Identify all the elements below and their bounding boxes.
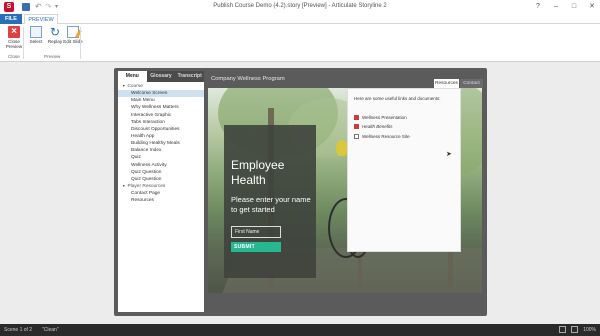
- theme-indicator: "Clean": [42, 327, 59, 333]
- replay-icon: ↻: [49, 25, 61, 39]
- ribbon: × Close Preview Select ↻ Replay Edit Sli…: [0, 24, 600, 62]
- menu-item-tabs-interaction[interactable]: Tabs Interaction: [118, 119, 204, 126]
- close-window-button[interactable]: ✕: [588, 2, 596, 12]
- menu-item-balance-index[interactable]: Balance Index: [118, 147, 204, 154]
- group-label-preview: Preview: [44, 54, 61, 59]
- maximize-button[interactable]: □: [570, 2, 578, 12]
- tab-transcript[interactable]: Transcript: [175, 71, 204, 82]
- ribbon-divider: [80, 27, 81, 59]
- menu-item-wellness-activity[interactable]: Wellness Activity: [118, 162, 204, 169]
- tab-preview[interactable]: PREVIEW: [24, 14, 58, 24]
- tab-file[interactable]: FILE: [0, 14, 22, 24]
- title-bar: S ↶ ↷ ▾ Publish Course Demo (4.2).story …: [0, 0, 600, 14]
- normal-view-icon[interactable]: [559, 326, 567, 333]
- select-slide-icon: [30, 26, 42, 38]
- scene-indicator: Scene 1 of 2: [4, 327, 33, 333]
- menu-item-health-app[interactable]: Health App: [118, 133, 204, 140]
- select-label: Select: [29, 39, 43, 44]
- tab-contact[interactable]: Contact: [460, 79, 483, 88]
- pdf-icon: [354, 115, 359, 120]
- mouse-cursor-icon: ➤: [446, 151, 452, 158]
- triangle-down-icon: ▼: [122, 84, 126, 88]
- resources-popup: Here are some useful links and documents…: [347, 88, 461, 252]
- menu-section-label: Player Resources: [127, 183, 166, 189]
- slide-heading: Employee Health: [231, 158, 285, 187]
- triangle-down-icon: ▼: [122, 183, 126, 188]
- ribbon-tabs: FILE PREVIEW: [0, 14, 600, 24]
- resource-link-label: Wellness Resource Site: [362, 134, 410, 139]
- group-label-close: Close: [8, 54, 20, 59]
- status-bar: Scene 1 of 2 "Clean" 100%: [0, 324, 600, 336]
- first-name-input[interactable]: [231, 226, 281, 238]
- menu-item-main-menu[interactable]: Main Menu: [118, 97, 204, 104]
- menu-item-quiz[interactable]: Quiz: [118, 154, 204, 161]
- edit-slide-icon: [67, 26, 79, 38]
- menu-section-player-resources[interactable]: ▼ Player Resources: [118, 183, 204, 190]
- tab-glossary[interactable]: Glossary: [147, 71, 176, 82]
- menu-item-quiz-question[interactable]: Quiz Question: [118, 169, 204, 176]
- menu-item-contact-page[interactable]: Contact Page: [118, 190, 204, 197]
- course-menu: ▼ Course Welcome Screen Main Menu Why Wel…: [118, 83, 204, 204]
- help-button[interactable]: ?: [534, 2, 542, 12]
- resource-link-label: Wellness Presentation: [362, 115, 407, 120]
- tab-resources[interactable]: Resources: [434, 79, 459, 88]
- resource-link-wellness-presentation[interactable]: Wellness Presentation: [354, 114, 407, 121]
- resource-link-health-benefits[interactable]: Health Benefits: [354, 123, 393, 130]
- close-preview-label: Close Preview: [5, 39, 23, 49]
- replay-label: Replay: [47, 39, 63, 44]
- window-title: Publish Course Demo (4.2).story [Preview…: [213, 3, 387, 9]
- ribbon-divider: [23, 27, 24, 59]
- zoom-level[interactable]: 100%: [583, 327, 596, 333]
- resources-intro: Here are some useful links and documents…: [354, 96, 441, 101]
- menu-item-interactive-graphic[interactable]: Interactive Graphic: [118, 112, 204, 119]
- tab-menu[interactable]: Menu: [118, 71, 147, 82]
- document-icon: [354, 134, 359, 139]
- menu-item-resources[interactable]: Resources: [118, 197, 204, 204]
- menu-item-why-wellness-matters[interactable]: Why Wellness Matters: [118, 104, 204, 111]
- minimize-button[interactable]: –: [552, 2, 560, 12]
- menu-item-quiz-question[interactable]: Quiz Question: [118, 176, 204, 183]
- submit-button[interactable]: SUBMIT: [231, 242, 281, 252]
- welcome-overlay-panel: Employee Health Please enter your name t…: [224, 125, 316, 278]
- resource-link-label: Health Benefits: [362, 124, 393, 129]
- menu-item-welcome-screen[interactable]: Welcome Screen: [118, 90, 204, 98]
- menu-section-course[interactable]: ▼ Course: [118, 83, 204, 90]
- player-sidebar: Menu Glossary Transcript ▼ Course Welcome…: [118, 71, 204, 312]
- slide-title: Company Wellness Program: [211, 76, 285, 82]
- menu-item-discount-opportunities[interactable]: Discount Opportunities: [118, 126, 204, 133]
- menu-item-building-healthy-meals[interactable]: Building Healthy Meals: [118, 140, 204, 147]
- slide-subtitle: Please enter your name to get started: [231, 195, 311, 214]
- close-icon: ×: [8, 26, 20, 38]
- close-preview-button[interactable]: × Close Preview: [3, 26, 25, 52]
- resource-link-wellness-resource-site[interactable]: Wellness Resource Site: [354, 133, 410, 140]
- pdf-icon: [354, 124, 359, 129]
- fit-window-icon[interactable]: [571, 326, 579, 333]
- menu-section-label: Course: [127, 84, 143, 89]
